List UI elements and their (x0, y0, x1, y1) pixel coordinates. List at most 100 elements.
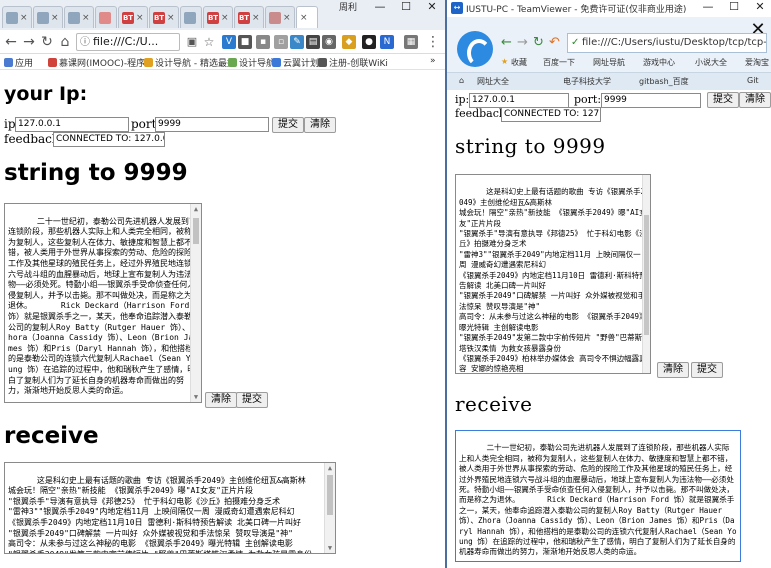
bookmark-apps[interactable]: 应用 (4, 56, 33, 69)
close-tab-icon[interactable]: × (167, 13, 175, 23)
send-textarea[interactable]: 二十一世纪初，泰勒公司先进机器人发展到了连锁阶段，那些机器人实际上和人类完全相同… (4, 203, 202, 403)
send-clear-button[interactable]: 清除 (205, 392, 237, 408)
scroll-up-icon[interactable]: ▲ (191, 204, 201, 214)
reload-icon[interactable]: ↻ (533, 35, 544, 50)
undo-icon[interactable]: ↶ (549, 35, 560, 50)
close-tab-icon[interactable]: × (82, 13, 90, 23)
extension-paint-icon[interactable]: ✎ (290, 35, 304, 49)
extension-icon[interactable]: ▪ (256, 35, 270, 49)
close-tab-icon[interactable]: × (51, 13, 59, 23)
bookmark-design-nav-best[interactable]: 设计导航 - 精选最好 (144, 56, 236, 69)
remote-submit-button[interactable]: 提交 (707, 92, 739, 108)
reload-icon[interactable]: ↻ (38, 33, 56, 51)
extension-icon[interactable]: ▫ (274, 35, 288, 49)
extension-icon[interactable]: ◉ (322, 35, 336, 49)
back-arrow-icon[interactable]: ← (501, 35, 512, 50)
remote-send-textarea[interactable]: 这是科幻史上最有话题的歌曲 专访《银翼杀手2049》主创维伦纽瓦&高斯林 城会玩… (455, 174, 651, 374)
browser-tab-active[interactable]: × (296, 6, 318, 28)
close-tab-icon[interactable]: × (221, 13, 229, 23)
bookmark-imooc[interactable]: 慕课网(IMOOC)-程序 (48, 56, 145, 69)
remote-receive-textarea[interactable]: 二十一世纪初，泰勒公司先进机器人发展到了连锁阶段，那些机器人实际上和人类完全相同… (455, 430, 741, 562)
port-input[interactable]: 9999 (155, 117, 269, 132)
remote-clear-button[interactable]: 清除 (739, 92, 771, 108)
remote-send-scrollbar[interactable] (642, 175, 650, 373)
profile-name[interactable]: 周利 (339, 0, 357, 13)
maximize-button[interactable]: ☐ (393, 0, 419, 16)
bookmarks-overflow-button[interactable]: » (430, 56, 436, 66)
minimize-button[interactable]: — (367, 0, 393, 16)
scroll-thumb[interactable] (644, 215, 649, 335)
forward-arrow-icon[interactable]: → (20, 33, 38, 51)
scroll-thumb[interactable] (193, 218, 199, 244)
browser-tab[interactable] (95, 6, 117, 28)
star-icon[interactable]: ☆ (200, 33, 218, 51)
remote-tab[interactable]: Git (747, 76, 759, 85)
browser-tab[interactable]: × (265, 6, 295, 28)
scroll-down-icon[interactable]: ▼ (325, 543, 335, 553)
browser-tab[interactable]: BT × (203, 6, 233, 28)
maximize-button[interactable]: ☐ (721, 0, 747, 13)
browser-tab[interactable]: BT × (149, 6, 179, 28)
receive-scrollbar[interactable]: ▲ ▼ (324, 463, 335, 553)
extension-icon[interactable]: ◆ (342, 35, 356, 49)
remote-bookmark[interactable]: 爱淘宝 (745, 57, 769, 68)
send-scrollbar[interactable]: ▲ ▼ (190, 204, 201, 402)
home-icon[interactable]: ⌂ (56, 33, 74, 51)
receive-textarea[interactable]: 这是科幻史上最有话题的歌曲 专访《银翼杀手2049》主创维伦纽瓦&高斯林 城会玩… (4, 462, 336, 554)
remote-bookmark[interactable]: 收藏 (511, 57, 527, 68)
remote-port-input[interactable]: 9999 (601, 93, 701, 108)
close-tab-icon[interactable]: × (300, 13, 308, 23)
remote-bookmark[interactable]: 小说大全 (695, 57, 727, 68)
scroll-up-icon[interactable]: ▲ (325, 463, 335, 473)
extension-block-icon[interactable]: ■ (238, 35, 252, 49)
remote-send-submit-button[interactable]: 提交 (691, 362, 723, 378)
ip-input[interactable]: 127.0.0.1 (15, 117, 129, 132)
back-arrow-icon[interactable]: ← (2, 33, 20, 51)
address-bar[interactable]: ⓘ file:///C:/U... (76, 33, 180, 51)
bookmark-wiki[interactable]: 注册-创联WiKi (318, 56, 388, 69)
forward-arrow-icon[interactable]: → (517, 35, 528, 50)
close-tab-icon[interactable]: × (20, 13, 28, 23)
submit-button[interactable]: 提交 (272, 117, 304, 133)
close-button[interactable]: ✕ (419, 0, 445, 16)
minimize-button[interactable]: — (695, 0, 721, 13)
remote-bookmark[interactable]: 网址导航 (593, 57, 625, 68)
extension-icon[interactable]: ● (362, 35, 376, 49)
page-info-icon[interactable]: ▣ (183, 33, 201, 51)
remote-bookmark[interactable]: 百度一下 (543, 57, 575, 68)
menu-icon[interactable]: ⋮ (424, 33, 442, 51)
clear-button[interactable]: 清除 (304, 117, 336, 133)
browser-tab[interactable]: BT × (234, 6, 264, 28)
remote-ip-input[interactable]: 127.0.0.1 (469, 93, 569, 108)
scroll-thumb[interactable] (327, 475, 333, 515)
remote-tab[interactable]: 电子科技大学 (563, 76, 611, 87)
remote-address-bar[interactable]: ✓ file:///C:/Users/iustu/Desktop/tcp/tcp… (567, 33, 767, 53)
send-submit-button[interactable]: 提交 (236, 392, 268, 408)
bookmark-cloud-wing[interactable]: 云翼计划 (272, 56, 319, 69)
close-tab-icon[interactable]: × (136, 13, 144, 23)
browser-tab[interactable]: × (2, 6, 32, 28)
home-icon[interactable]: ⌂ (459, 76, 464, 85)
browser-tab[interactable]: × (33, 6, 63, 28)
remote-tab[interactable]: 网址大全 (477, 76, 509, 87)
browser-tab[interactable]: BT × (118, 6, 148, 28)
scroll-down-icon[interactable]: ▼ (191, 392, 201, 402)
info-icon[interactable]: ⓘ (80, 35, 90, 50)
favorites-star-icon[interactable]: ★ (501, 57, 508, 66)
extension-icon[interactable]: ▤ (306, 35, 320, 49)
browser-tab[interactable] (180, 6, 202, 28)
remote-bookmark[interactable]: 游戏中心 (643, 57, 675, 68)
remote-send-clear-button[interactable]: 清除 (657, 362, 689, 378)
extension-v-icon[interactable]: V (222, 35, 236, 49)
remote-tab[interactable]: gitbash_百度 (639, 76, 689, 87)
ip-heading: your Ip: (4, 83, 88, 105)
close-button[interactable]: ✕ (747, 0, 771, 13)
secure-check-icon: ✓ (571, 37, 580, 48)
browser-tab[interactable]: × (64, 6, 94, 28)
close-tab-icon[interactable]: × (252, 13, 260, 23)
bookmark-design-nav[interactable]: 设计导航 (228, 56, 275, 69)
extension-icon[interactable]: ▦ (404, 35, 418, 49)
close-tab-icon[interactable]: × (283, 13, 291, 23)
browser-logo-icon (457, 31, 493, 67)
extension-new-icon[interactable]: N (380, 35, 394, 49)
